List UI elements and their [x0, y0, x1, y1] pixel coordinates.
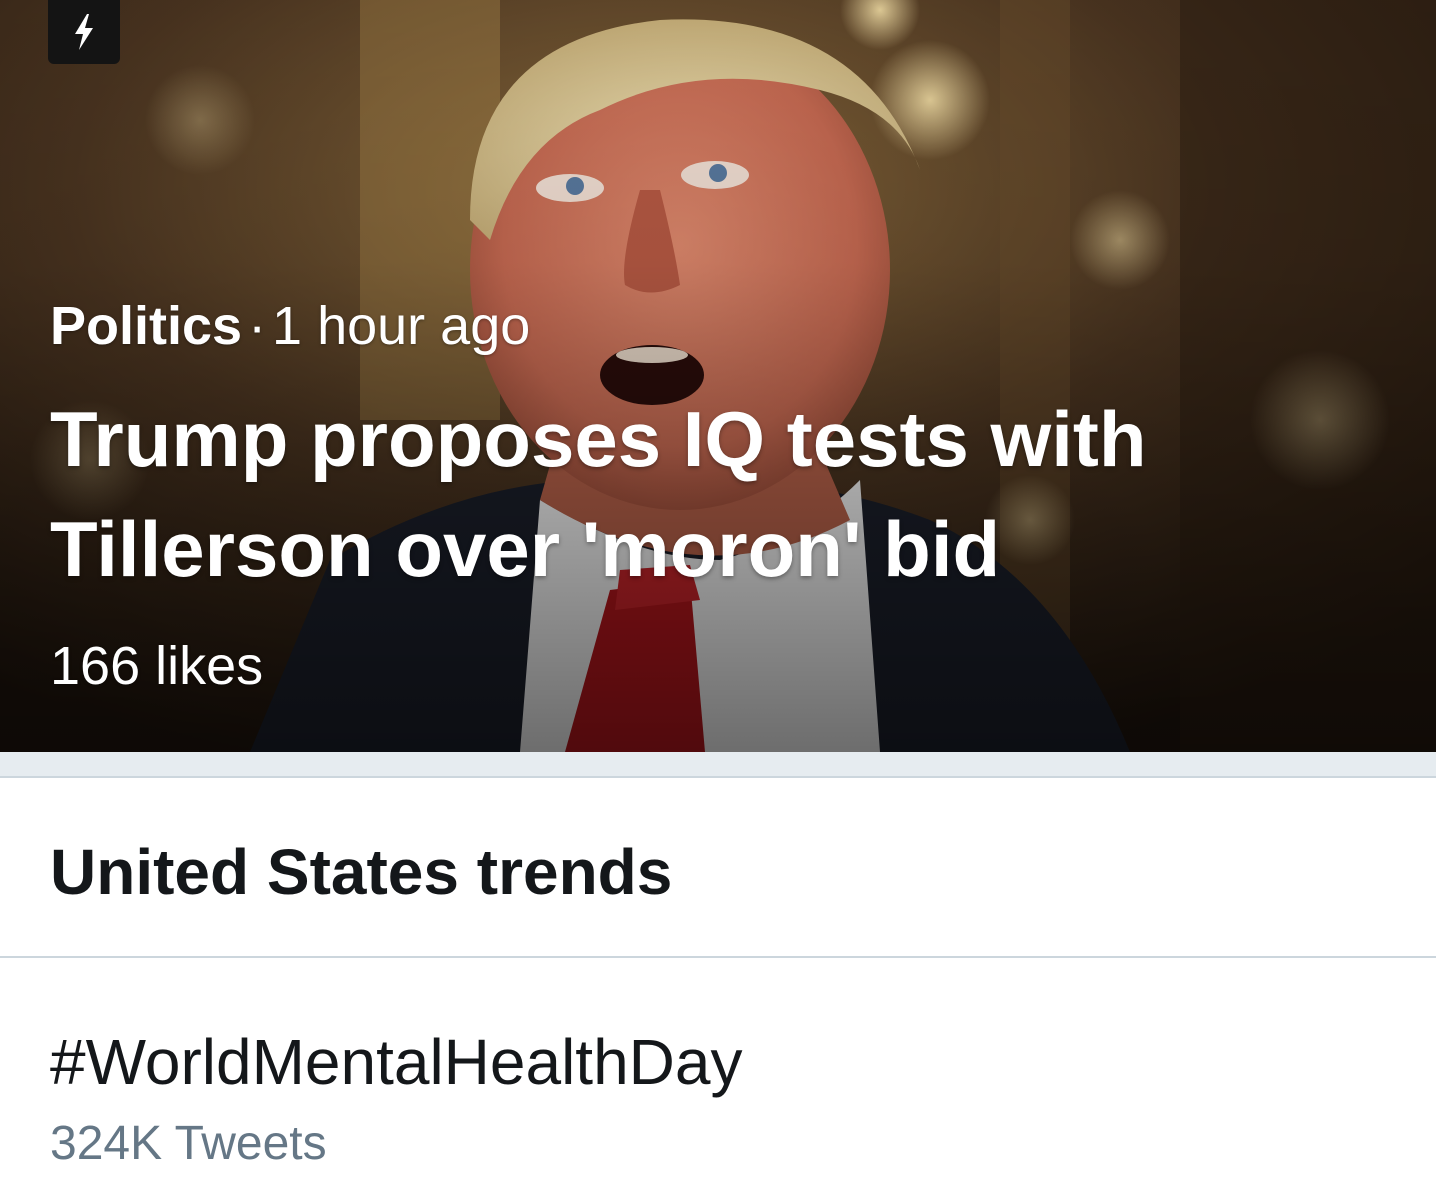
moment-headline[interactable]: Trump proposes IQ tests with Tillerson o…: [50, 384, 1350, 604]
moment-meta: Politics · 1 hour ago: [50, 292, 530, 360]
moment-likes: 166 likes: [50, 636, 264, 696]
trend-tweet-count: 324K Tweets: [50, 1117, 327, 1170]
lightning-icon: [75, 14, 93, 50]
trends-title: United States trends: [50, 836, 673, 908]
meta-separator: ·: [248, 296, 267, 356]
trend-name[interactable]: #WorldMentalHealthDay: [50, 1024, 742, 1100]
trend-item[interactable]: #WorldMentalHealthDay 324K Tweets: [0, 958, 1436, 1184]
moment-badge: [48, 0, 120, 64]
trends-header: United States trends: [0, 778, 1436, 958]
moment-time: 1 hour ago: [272, 296, 531, 356]
moment-card[interactable]: Politics · 1 hour ago Trump proposes IQ te…: [0, 0, 1436, 752]
section-divider: [0, 752, 1436, 778]
moment-category: Politics: [50, 296, 243, 356]
explore-screen: Politics · 1 hour ago Trump proposes IQ te…: [0, 0, 1436, 1184]
